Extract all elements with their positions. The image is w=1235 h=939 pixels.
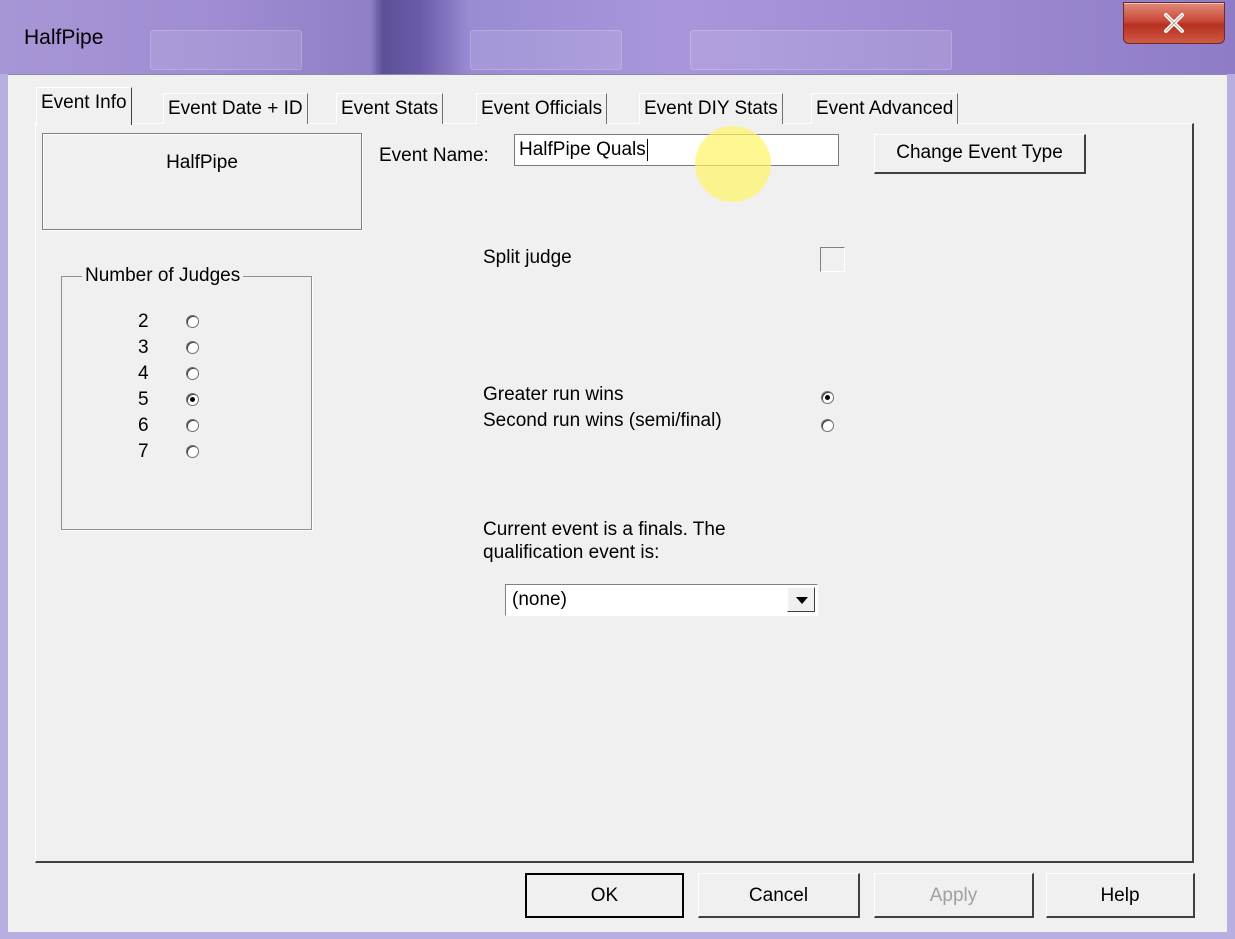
background-ghost-tab — [150, 30, 302, 70]
tab-event-stats[interactable]: Event Stats — [336, 93, 444, 124]
greater-run-wins-label: Greater run wins — [483, 384, 624, 405]
judges-option-label: 6 — [138, 415, 149, 436]
split-judge-label: Split judge — [483, 247, 572, 268]
event-name-input[interactable]: HalfPipe Quals — [514, 134, 839, 166]
help-button[interactable]: Help — [1046, 873, 1195, 918]
judges-option-label: 2 — [138, 311, 149, 332]
judges-radio-5[interactable] — [186, 393, 199, 406]
event-type-label: HalfPipe — [166, 152, 238, 173]
cancel-button[interactable]: Cancel — [698, 873, 860, 918]
close-icon — [1164, 13, 1184, 33]
window-frame-right — [1227, 74, 1235, 939]
judges-radio-7[interactable] — [186, 445, 199, 458]
change-event-type-button[interactable]: Change Event Type — [874, 134, 1086, 174]
judges-option-label: 5 — [138, 389, 149, 410]
qualification-label: Current event is a finals. The qualifica… — [483, 519, 726, 563]
text-caret — [646, 138, 648, 161]
tab-event-diy-stats[interactable]: Event DIY Stats — [639, 93, 783, 124]
event-type-box: HalfPipe — [42, 133, 362, 230]
judges-option-label: 4 — [138, 363, 149, 384]
qualification-event-value: (none) — [512, 589, 567, 610]
dropdown-arrow-icon[interactable] — [787, 587, 815, 612]
second-run-wins-radio[interactable] — [821, 419, 834, 432]
dialog-client-area: Event Info Event Date + ID Event Stats E… — [8, 74, 1227, 932]
dialog-window: HalfPipe Event Info Event Date + ID Even… — [0, 0, 1235, 939]
cursor-highlight — [695, 126, 771, 202]
split-judge-checkbox[interactable] — [820, 247, 845, 272]
judges-option-label: 7 — [138, 441, 149, 462]
judges-radio-3[interactable] — [186, 341, 199, 354]
second-run-wins-label: Second run wins (semi/final) — [483, 410, 722, 431]
tab-event-advanced[interactable]: Event Advanced — [811, 93, 959, 124]
tab-event-officials[interactable]: Event Officials — [476, 93, 608, 124]
event-name-value: HalfPipe Quals — [519, 139, 646, 160]
apply-button[interactable]: Apply — [874, 873, 1034, 918]
judges-radio-2[interactable] — [186, 315, 199, 328]
window-frame-left — [0, 74, 8, 939]
judges-radio-6[interactable] — [186, 419, 199, 432]
background-ghost-tab — [690, 30, 952, 70]
title-bar[interactable]: HalfPipe — [0, 0, 1235, 74]
qualification-event-select[interactable]: (none) — [505, 584, 818, 616]
window-frame-bottom — [0, 931, 1235, 939]
ok-button[interactable]: OK — [525, 873, 684, 918]
background-ghost-tab — [470, 30, 622, 70]
greater-run-wins-radio[interactable] — [821, 391, 834, 404]
tab-event-info[interactable]: Event Info — [36, 87, 132, 125]
event-name-label: Event Name: — [379, 145, 489, 166]
window-title: HalfPipe — [24, 26, 104, 49]
tab-event-date-id[interactable]: Event Date + ID — [163, 93, 308, 124]
judges-option-label: 3 — [138, 337, 149, 358]
close-button[interactable] — [1123, 2, 1225, 44]
number-of-judges-title: Number of Judges — [82, 265, 244, 287]
judges-radio-4[interactable] — [186, 367, 199, 380]
